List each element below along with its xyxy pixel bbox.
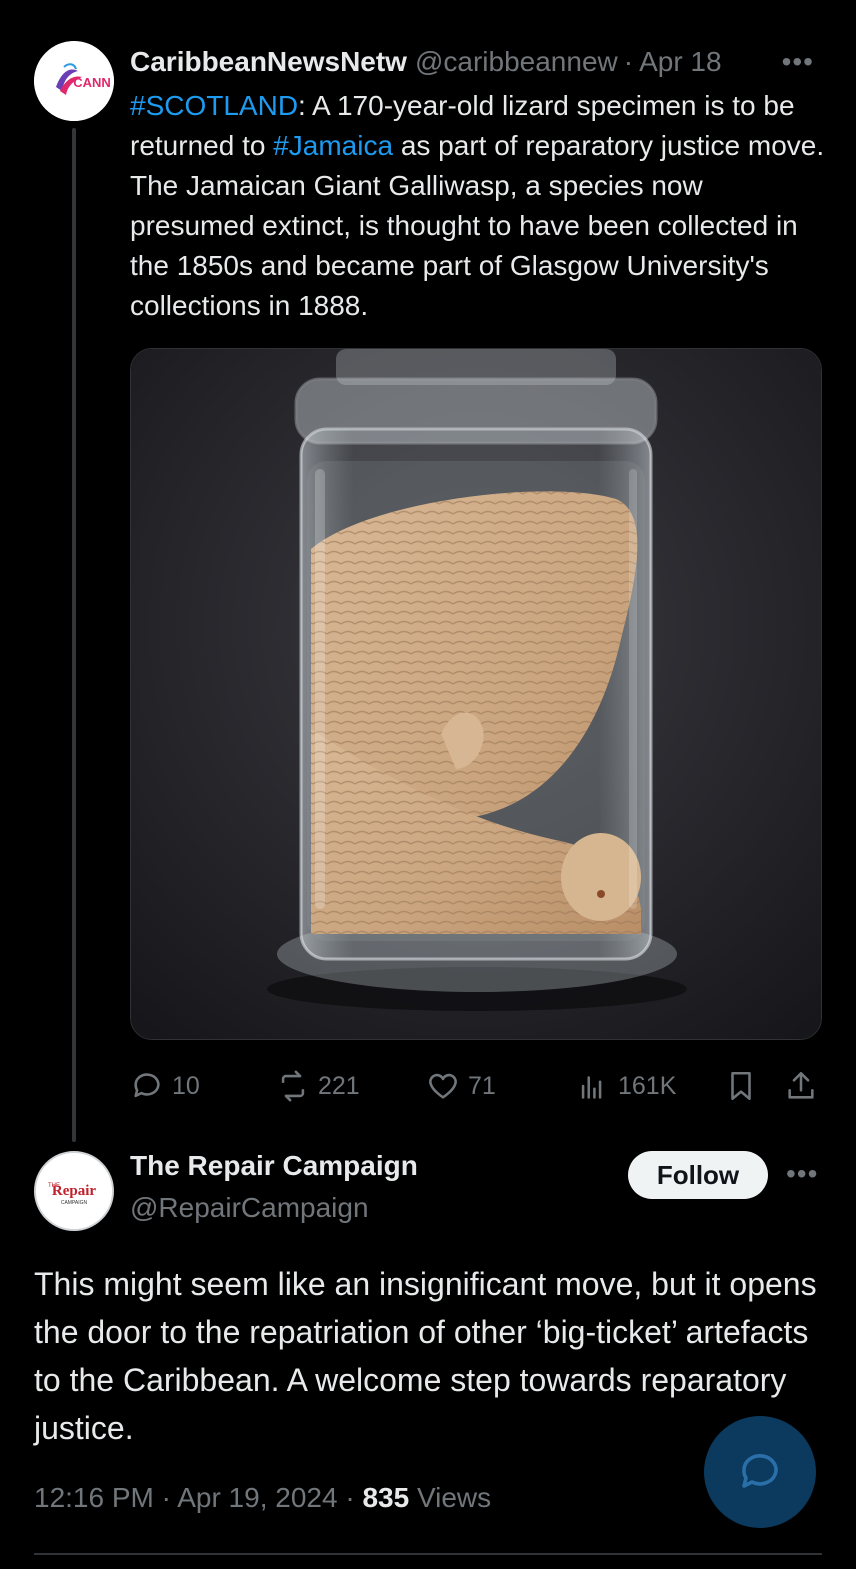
separator-dot: · xyxy=(623,46,634,77)
repost-count: 221 xyxy=(318,1071,360,1100)
more-horizontal-icon[interactable]: ••• xyxy=(786,1158,818,1190)
tweet-time[interactable]: 12:16 PM xyxy=(34,1482,154,1513)
reply-button[interactable]: 10 xyxy=(130,1064,200,1108)
thread-connector-line xyxy=(72,128,76,1142)
share-button[interactable] xyxy=(784,1064,818,1108)
cann-logo-icon: CANN xyxy=(34,41,114,121)
separator-dot: · xyxy=(345,1482,355,1513)
views-count: 835 xyxy=(362,1482,410,1513)
views-label: Views xyxy=(416,1482,492,1513)
like-button[interactable]: 71 xyxy=(426,1064,496,1108)
avatar-repair-campaign[interactable]: THE Repair CAMPAIGN xyxy=(34,1151,114,1231)
tweet-meta: 12:16 PM · Apr 19, 2024 · 835 Views xyxy=(34,1482,491,1514)
views-icon xyxy=(581,1076,602,1099)
author-name[interactable]: The Repair Campaign xyxy=(130,1150,418,1182)
separator-dot: · xyxy=(161,1482,171,1513)
hashtag-scotland[interactable]: #SCOTLAND xyxy=(130,90,298,121)
views-button[interactable]: 161K xyxy=(576,1064,676,1108)
compose-reply-icon xyxy=(742,1454,778,1488)
lizard-specimen-jar-image xyxy=(131,349,821,1039)
main-tweet-text: This might seem like an insignificant mo… xyxy=(34,1266,817,1446)
follow-button[interactable]: Follow xyxy=(628,1151,768,1199)
compose-reply-button[interactable] xyxy=(704,1416,816,1528)
hashtag-jamaica[interactable]: #Jamaica xyxy=(273,130,393,161)
tweet-media-photo[interactable] xyxy=(130,348,822,1040)
avatar-logo-text: Repair xyxy=(52,1183,97,1199)
bookmark-icon xyxy=(731,1071,751,1101)
avatar-caribbeannewsnetwork[interactable]: CANN xyxy=(34,41,114,121)
heart-icon xyxy=(429,1073,457,1099)
author-name[interactable]: CaribbeanNewsNetw xyxy=(130,46,407,78)
parent-tweet-header: CaribbeanNewsNetw @caribbeannew · Apr 18… xyxy=(130,40,830,84)
bookmark-button[interactable] xyxy=(724,1064,758,1108)
author-handle[interactable]: @RepairCampaign xyxy=(130,1192,369,1224)
repost-icon xyxy=(281,1070,305,1102)
divider xyxy=(34,1553,822,1555)
avatar-logo-text: CANN xyxy=(73,75,111,90)
repost-button[interactable]: 221 xyxy=(276,1064,360,1108)
views-count: 161K xyxy=(618,1071,677,1100)
reply-count: 10 xyxy=(172,1071,200,1100)
parent-tweet-text: #SCOTLAND: A 170-year-old lizard specime… xyxy=(130,86,830,326)
more-horizontal-icon[interactable]: ••• xyxy=(782,46,830,78)
avatar-logo-subtext: CAMPAIGN xyxy=(61,1200,88,1206)
share-icon xyxy=(788,1071,814,1099)
tweet-date[interactable]: Apr 19, 2024 xyxy=(177,1482,337,1513)
tweet-action-bar: 10 221 71 161K xyxy=(130,1064,822,1108)
reply-icon xyxy=(134,1073,160,1098)
tweet-date[interactable]: Apr 18 xyxy=(639,46,722,78)
like-count: 71 xyxy=(468,1071,496,1100)
author-handle[interactable]: @caribbeannew xyxy=(415,46,618,78)
repair-campaign-logo-icon: THE Repair CAMPAIGN xyxy=(36,1153,112,1229)
